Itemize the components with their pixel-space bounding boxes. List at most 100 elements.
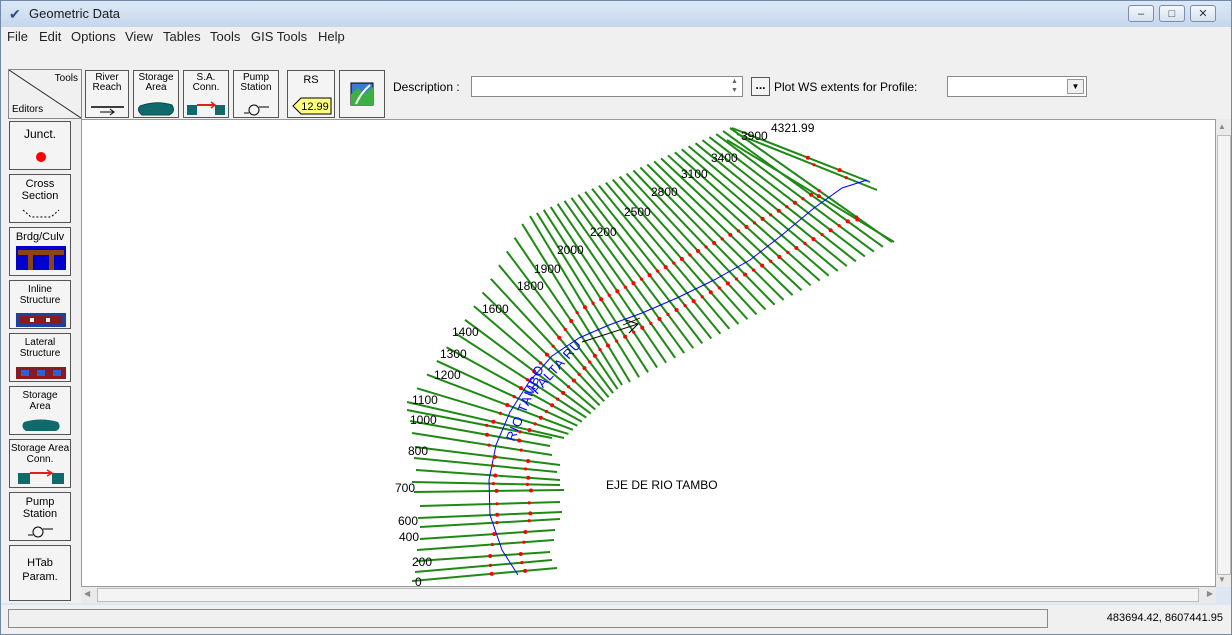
menu-tables[interactable]: Tables bbox=[163, 29, 201, 44]
bank-station-point bbox=[569, 318, 574, 323]
storage-area-conn-label: Storage Area Conn. bbox=[10, 443, 70, 465]
cross-section-line[interactable] bbox=[419, 518, 561, 528]
bank-station-point bbox=[647, 273, 652, 278]
cross-section-button[interactable]: Cross Section bbox=[9, 174, 71, 223]
storage-area-button[interactable]: Storage Area bbox=[133, 70, 179, 118]
station-label: 1000 bbox=[410, 413, 437, 427]
bank-station-point bbox=[674, 308, 679, 313]
bank-station-point bbox=[520, 561, 524, 565]
description-browse-button[interactable]: ... bbox=[751, 77, 770, 96]
editors-label: Editors bbox=[12, 104, 44, 115]
cross-section-line[interactable] bbox=[536, 212, 640, 378]
bank-station-point bbox=[632, 330, 636, 334]
bank-station-point bbox=[557, 335, 562, 340]
bank-station-point bbox=[828, 228, 833, 233]
menu-help[interactable]: Help bbox=[318, 29, 345, 44]
cross-section-line[interactable] bbox=[415, 469, 561, 481]
inline-structure-button[interactable]: Inline Structure bbox=[9, 280, 71, 329]
vertical-scroll-thumb[interactable] bbox=[1217, 135, 1231, 575]
rs-value: 12.99 bbox=[301, 101, 329, 113]
bank-station-point bbox=[485, 423, 489, 427]
cross-section-line[interactable] bbox=[413, 457, 558, 473]
menu-file[interactable]: File bbox=[7, 29, 28, 44]
station-label: 4321.99 bbox=[771, 121, 815, 135]
tools-editors-toggle[interactable]: Tools Editors bbox=[8, 69, 82, 119]
bank-station-point bbox=[809, 192, 814, 197]
cross-section-line[interactable] bbox=[411, 432, 553, 456]
menu-tools[interactable]: Tools bbox=[210, 29, 240, 44]
horizontal-scroll-thumb[interactable] bbox=[97, 588, 1199, 602]
station-label: 2000 bbox=[557, 243, 584, 257]
close-button[interactable]: ✕ bbox=[1190, 5, 1216, 22]
cross-section-line[interactable] bbox=[419, 529, 556, 540]
vertical-scrollbar[interactable]: ▲ ▼ bbox=[1216, 119, 1231, 587]
description-label: Description : bbox=[393, 80, 460, 94]
title-bar: ✔ Geometric Data – □ ✕ bbox=[1, 1, 1231, 27]
scroll-down-icon[interactable]: ▼ bbox=[1218, 575, 1226, 584]
bank-station-point bbox=[505, 402, 510, 407]
menu-gis-tools[interactable]: GIS Tools bbox=[251, 29, 307, 44]
description-spinner[interactable]: ▲ ▼ bbox=[727, 77, 742, 96]
chevron-down-icon[interactable]: ▼ bbox=[1067, 79, 1084, 94]
bank-station-point bbox=[566, 385, 571, 389]
profile-select[interactable]: ▼ bbox=[947, 76, 1087, 97]
bank-station-point bbox=[512, 394, 516, 399]
station-label: 2800 bbox=[651, 185, 678, 199]
sa-conn-button[interactable]: S.A. Conn. bbox=[183, 70, 229, 118]
map-icon bbox=[350, 82, 374, 106]
station-label: 2500 bbox=[624, 205, 651, 219]
bank-station-point bbox=[700, 295, 704, 299]
bank-station-point bbox=[523, 568, 528, 573]
bank-station-point bbox=[488, 554, 493, 559]
pump-station-editor-button[interactable]: Pump Station bbox=[9, 492, 71, 541]
river-schematic[interactable]: 4321.99390034003100280025002200200019001… bbox=[82, 120, 1216, 587]
storage-area-editor-button[interactable]: Storage Area bbox=[9, 386, 71, 435]
cross-section-line[interactable] bbox=[416, 551, 551, 562]
cross-section-label: Cross Section bbox=[21, 178, 59, 202]
bank-station-point bbox=[526, 459, 531, 464]
cross-section-line[interactable] bbox=[411, 481, 561, 486]
scroll-right-icon[interactable]: ▶ bbox=[1207, 589, 1213, 598]
description-input[interactable] bbox=[471, 76, 743, 97]
menu-options[interactable]: Options bbox=[71, 29, 116, 44]
bank-station-point bbox=[760, 263, 765, 268]
bank-station-point bbox=[528, 511, 533, 516]
rs-label: RS bbox=[303, 74, 319, 86]
storage-area-conn-button[interactable]: Storage Area Conn. bbox=[9, 439, 71, 488]
bank-station-point bbox=[606, 343, 610, 348]
horizontal-scrollbar[interactable]: ◀ ▶ bbox=[81, 587, 1216, 603]
bank-station-point bbox=[639, 277, 644, 281]
station-label: 700 bbox=[395, 481, 415, 495]
maximize-button[interactable]: □ bbox=[1159, 5, 1185, 22]
inline-structure-icon bbox=[16, 313, 66, 327]
menu-view[interactable]: View bbox=[125, 29, 153, 44]
bank-station-point bbox=[769, 259, 773, 263]
background-map-button[interactable] bbox=[339, 70, 385, 118]
htab-param-label: HTab Param. bbox=[22, 557, 58, 583]
pump-station-button[interactable]: Pump Station bbox=[233, 70, 279, 118]
htab-param-button[interactable]: HTab Param. bbox=[9, 545, 71, 601]
bank-station-point bbox=[487, 443, 491, 447]
bank-station-point bbox=[769, 213, 773, 217]
cross-section-line[interactable] bbox=[414, 446, 561, 466]
bank-station-point bbox=[734, 277, 739, 281]
bank-station-point bbox=[527, 519, 531, 523]
bank-station-point bbox=[563, 327, 567, 331]
river-reach-button[interactable]: River Reach bbox=[85, 70, 129, 118]
schematic-canvas[interactable]: 4321.99 3900 3400 3100 2800 2500 2200 2000 1900 1… bbox=[81, 119, 1216, 587]
bank-station-point bbox=[571, 378, 576, 383]
bridge-icon bbox=[16, 246, 66, 270]
bank-station-point bbox=[786, 250, 790, 254]
menu-edit[interactable]: Edit bbox=[39, 29, 61, 44]
cross-section-line[interactable] bbox=[416, 539, 555, 551]
scroll-up-icon[interactable]: ▲ bbox=[1218, 122, 1226, 131]
cross-section-line[interactable] bbox=[529, 215, 631, 383]
inline-structure-label: Inline Structure bbox=[19, 284, 61, 306]
junction-button[interactable]: Junct. bbox=[9, 121, 71, 170]
bank-station-point bbox=[805, 155, 810, 160]
lateral-structure-button[interactable]: Lateral Structure bbox=[9, 333, 71, 382]
rs-button[interactable]: RS 12.99 bbox=[287, 70, 335, 118]
bridge-culvert-button[interactable]: Brdg/Culv bbox=[9, 227, 71, 276]
minimize-button[interactable]: – bbox=[1128, 5, 1154, 22]
scroll-left-icon[interactable]: ◀ bbox=[84, 589, 90, 598]
